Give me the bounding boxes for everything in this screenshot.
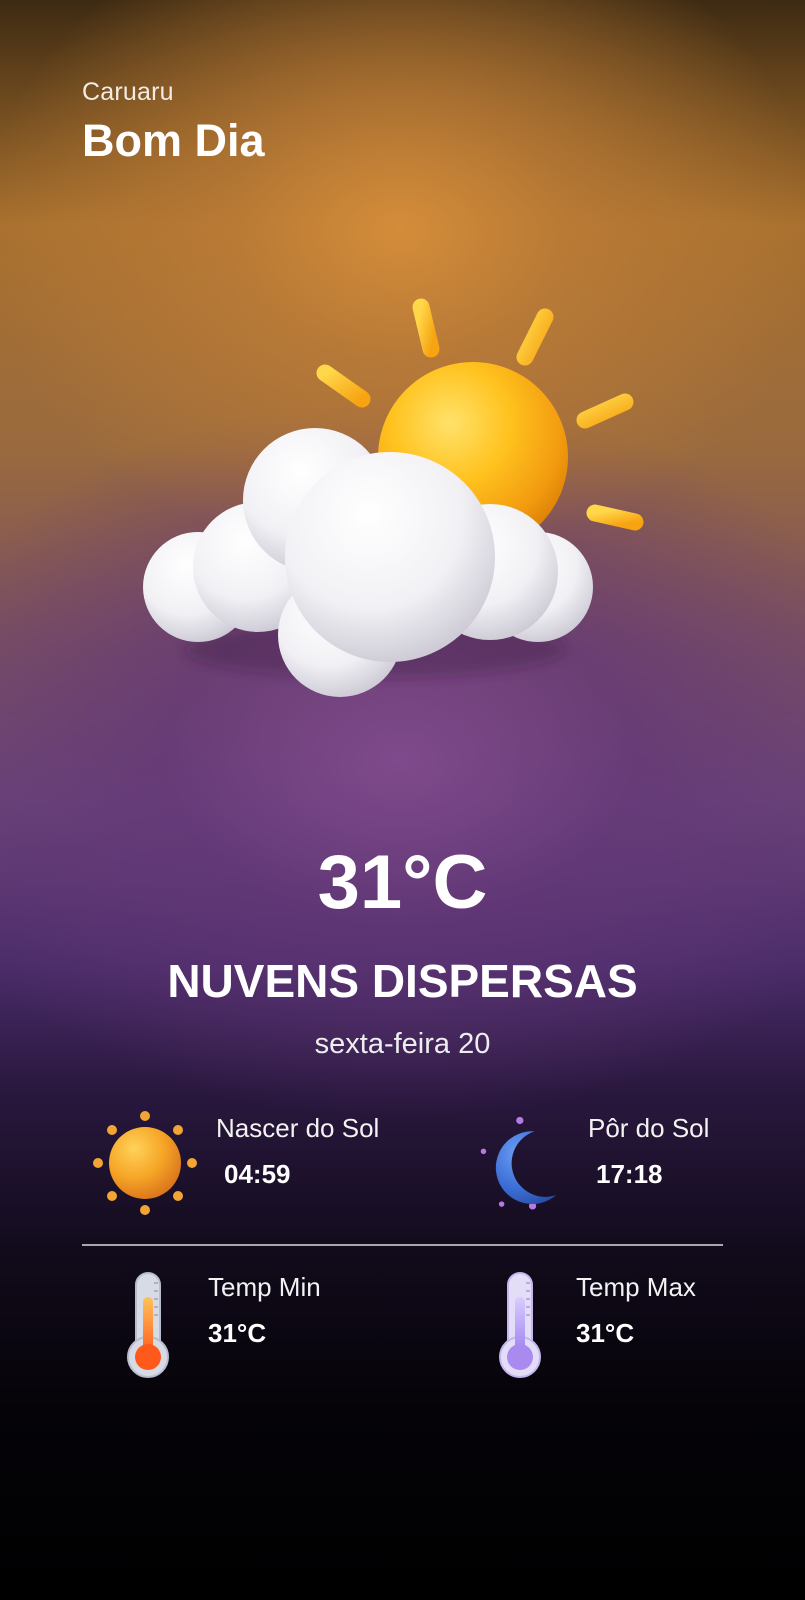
temp-min-value: 31°C <box>208 1318 267 1348</box>
thermometer-cold-icon <box>499 1272 541 1378</box>
divider <box>82 1244 723 1246</box>
greeting: Bom Dia <box>82 115 265 166</box>
thermometer-hot-icon <box>127 1272 169 1378</box>
current-temperature: 31°C <box>317 840 488 925</box>
sunset-label: Pôr do Sol <box>588 1113 710 1143</box>
sun-behind-cloud-icon <box>143 298 644 697</box>
weather-condition: NUVENS DISPERSAS <box>167 955 638 1007</box>
temp-max-value: 31°C <box>576 1318 635 1348</box>
temp-max-block: Temp Max 31°C <box>490 1272 696 1379</box>
temp-min-label: Temp Min <box>208 1272 321 1302</box>
moon-icon <box>480 1116 557 1210</box>
sunrise-block: Nascer do Sol 04:59 <box>92 1111 380 1220</box>
current-date: sexta-feira 20 <box>314 1028 491 1060</box>
header: Caruaru Bom Dia <box>82 78 265 167</box>
sunrise-time: 04:59 <box>224 1159 291 1189</box>
city-name: Caruaru <box>82 78 174 106</box>
sunrise-label: Nascer do Sol <box>216 1113 380 1143</box>
sunset-time: 17:18 <box>596 1159 663 1189</box>
sunset-block: Pôr do Sol 17:18 <box>478 1115 709 1220</box>
weather-screen: Caruaru Bom Dia 31°C NUVENS DISPERSAS se… <box>0 0 805 1600</box>
sun-icon <box>93 1111 197 1215</box>
temp-max-label: Temp Max <box>576 1272 696 1302</box>
temp-min-block: Temp Min 31°C <box>118 1272 321 1379</box>
